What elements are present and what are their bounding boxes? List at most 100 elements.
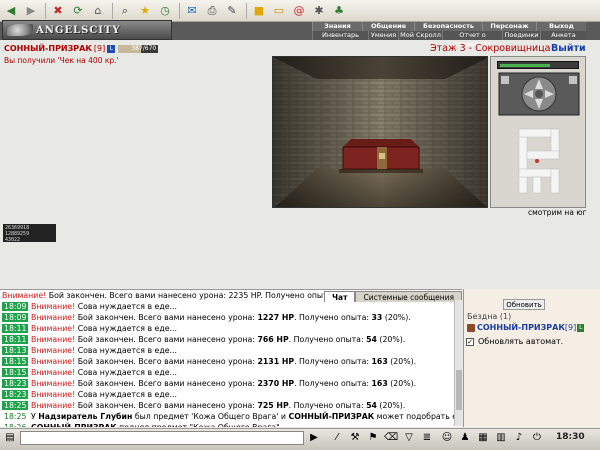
compass-minimap xyxy=(498,72,580,194)
stop-icon[interactable]: ✖ xyxy=(49,2,67,20)
exp-value: 54 xyxy=(366,335,377,344)
menu-communication[interactable]: Общение xyxy=(362,22,414,31)
menu-security[interactable]: Безопасность xyxy=(414,22,482,31)
chat-warning: Внимание! xyxy=(30,346,76,355)
power-icon[interactable]: ⏻ xyxy=(530,431,544,445)
mail-icon[interactable]: ✉ xyxy=(183,2,201,20)
people-icon[interactable]: ♟ xyxy=(458,431,472,445)
chat-text: Бой закончен. Всего вами нанесено урона: xyxy=(75,313,258,322)
checkbox-box[interactable]: ✓ xyxy=(466,337,474,346)
clear-icon[interactable]: ⌫ xyxy=(384,431,398,445)
room-member: СОННЫЙ-ПРИЗРАК [9] L xyxy=(467,323,585,332)
history-icon[interactable]: ◷ xyxy=(156,2,174,20)
submenu-duels[interactable]: Поединки xyxy=(502,31,540,40)
damage-value: 1227 HP xyxy=(257,313,295,322)
scroll-thumb[interactable] xyxy=(456,370,462,410)
search-icon[interactable]: ⌕ xyxy=(116,2,134,20)
exit-link[interactable]: Выйти xyxy=(551,43,586,54)
submenu-transfer-report[interactable]: Отчет о переводах xyxy=(442,31,502,48)
favorites-icon[interactable]: ★ xyxy=(136,2,154,20)
facing-direction: смотрим на юг xyxy=(528,208,587,217)
player-name[interactable]: СОННЫЙ-ПРИЗРАК xyxy=(4,44,92,53)
chat-line: 18:13 Внимание! Сова нуждается в еде... xyxy=(0,345,462,356)
map-icon[interactable]: ▦ xyxy=(476,431,490,445)
chat-line: 18:09 Внимание! Бой закончен. Всего вами… xyxy=(0,312,462,323)
refresh-icon[interactable]: ⟳ xyxy=(69,2,87,20)
tab-system-messages[interactable]: Системные сообщения xyxy=(355,291,463,302)
chat-text: . Получено опыта: xyxy=(288,335,367,344)
toolbar-separator xyxy=(246,2,247,19)
note-icon[interactable]: ■ xyxy=(250,2,268,20)
back-icon[interactable]: ◀ xyxy=(2,2,20,20)
chat-warning: Внимание! xyxy=(30,302,76,311)
folder-icon[interactable]: ▭ xyxy=(270,2,288,20)
player-marker xyxy=(535,159,539,163)
hp-text: 387/670 xyxy=(131,44,157,52)
sound-icon[interactable]: ♪ xyxy=(512,431,526,445)
chat-time: 18:23 xyxy=(2,379,29,388)
submenu-my-scroll[interactable]: Мой Скролл xyxy=(398,31,442,40)
refresh-button[interactable]: Обновить xyxy=(503,299,545,310)
damage-value: 2131 HP xyxy=(257,357,295,366)
chat-line: 18:11 Внимание! Бой закончен. Всего вами… xyxy=(0,334,462,345)
book-icon[interactable]: ▥ xyxy=(494,431,508,445)
edit-icon[interactable]: ✎ xyxy=(223,2,241,20)
damage-value: 2370 HP xyxy=(257,379,295,388)
member-name[interactable]: СОННЫЙ-ПРИЗРАК xyxy=(477,323,565,332)
home-icon[interactable]: ⌂ xyxy=(89,2,107,20)
chat-text: Бой закончен. Всего вами нанесено урона: xyxy=(75,335,258,344)
menu-character[interactable]: Персонаж xyxy=(482,22,536,31)
chat-time: 18:25 xyxy=(2,401,29,410)
browser-toolbar: ◀ ▶ ✖ ⟳ ⌂ ⌕ ★ ◷ ✉ ⎙ ✎ ■ ▭ @ ✱ ♣ xyxy=(0,0,600,22)
menu-exit[interactable]: Выход xyxy=(536,22,586,31)
hammer-icon[interactable]: ⚒ xyxy=(348,431,362,445)
at-icon[interactable]: @ xyxy=(290,2,308,20)
top-menu: Знания Общение Безопасность Персонаж Вых… xyxy=(312,22,586,31)
chat-time: 18:11 xyxy=(2,335,29,344)
dungeon-view[interactable] xyxy=(272,56,488,208)
print-icon[interactable]: ⎙ xyxy=(203,2,221,20)
flag-icon[interactable]: ⚑ xyxy=(366,431,380,445)
chat-line: 18:15 Внимание! Сова нуждается в еде... xyxy=(0,367,462,378)
send-icon[interactable]: ▶ xyxy=(307,431,321,445)
chat-line: 18:25 У Надзиратель Глубин был предмет '… xyxy=(0,411,462,422)
submenu-skills[interactable]: Умения xyxy=(368,31,398,40)
chat-time: 18:13 xyxy=(2,346,29,355)
chat-text: . Получено опыта: xyxy=(294,313,372,322)
chat-warning: Внимание! xyxy=(30,335,76,344)
chat-text: . Получено опыта: xyxy=(288,401,367,410)
auto-refresh-checkbox[interactable]: ✓ Обновлять автомат. xyxy=(466,337,563,346)
gear-icon[interactable]: ✱ xyxy=(310,2,328,20)
chat-scrollbar[interactable] xyxy=(454,300,462,426)
chat-log[interactable]: Внимание! Бой закончен. Всего вами нанес… xyxy=(0,289,462,427)
chat-warning: Внимание! xyxy=(2,291,47,300)
damage-value: 766 HP xyxy=(257,335,289,344)
submenu-profile[interactable]: Анкета xyxy=(540,31,586,40)
chat-text: был предмет 'Кожа Общего Врага' и xyxy=(132,412,289,421)
chat-time: 18:26 xyxy=(2,423,28,427)
chat-time: 18:15 xyxy=(2,368,29,377)
smile-icon[interactable]: ☺ xyxy=(440,431,454,445)
player-info: СОННЫЙ-ПРИЗРАК [9] L 387/670 xyxy=(4,44,159,53)
chat-tabs: Чат Системные сообщения xyxy=(324,291,463,302)
chat-mode-icon[interactable]: ▤ xyxy=(3,431,17,445)
chat-input[interactable] xyxy=(20,431,304,445)
chat-text: (20%). xyxy=(382,313,411,322)
submenu-inventory[interactable]: Инвентарь xyxy=(312,31,368,40)
menu-knowledge[interactable]: Знания xyxy=(312,22,362,31)
toolbar-separator xyxy=(112,2,113,19)
hp-bar: 387/670 xyxy=(118,44,159,53)
player-badge[interactable]: L xyxy=(107,44,116,53)
forward-icon[interactable]: ▶ xyxy=(22,2,40,20)
wand-icon[interactable]: ⁄ xyxy=(330,431,344,445)
filter-icon[interactable]: ▽ xyxy=(402,431,416,445)
chat-line: 18:23 Внимание! Бой закончен. Всего вами… xyxy=(0,378,462,389)
list-icon[interactable]: ≣ xyxy=(420,431,434,445)
clover-icon[interactable]: ♣ xyxy=(330,2,348,20)
chat-text: Сова нуждается в еде... xyxy=(75,324,177,333)
visitor-counter: 26369918 12889259 43022 xyxy=(3,224,56,243)
exp-value: 54 xyxy=(366,401,377,410)
tab-chat[interactable]: Чат xyxy=(324,291,356,302)
member-badge[interactable]: L xyxy=(577,323,585,332)
chat-text: . Получено опыта: xyxy=(294,357,372,366)
